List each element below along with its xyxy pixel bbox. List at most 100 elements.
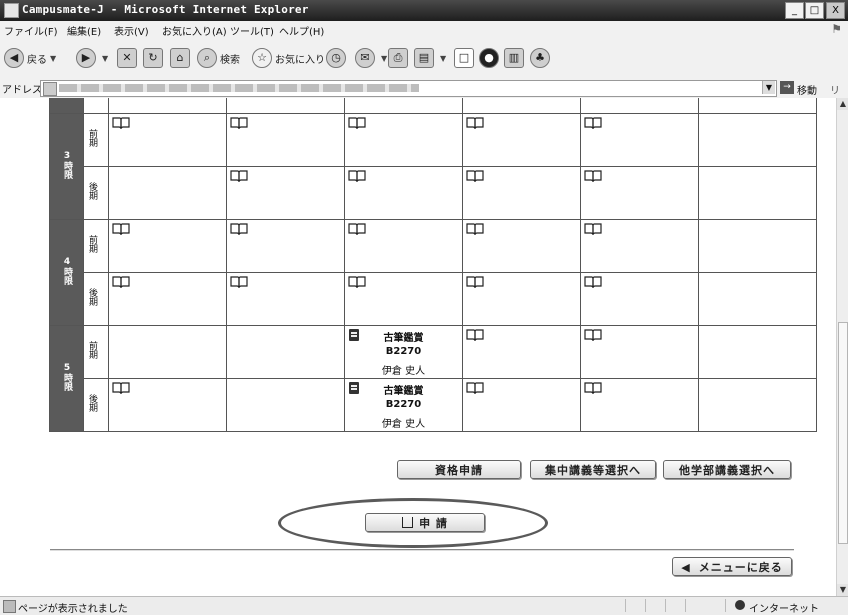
- vertical-scrollbar[interactable]: ▲ ▼: [836, 98, 848, 596]
- course-info: 古筆鑑賞 B2270 伊倉 史人: [345, 379, 462, 431]
- course-slot-cell: [108, 378, 227, 432]
- course-slot-cell: [462, 166, 581, 220]
- back-to-menu-button[interactable]: ◀ メニューに戻る: [672, 557, 792, 576]
- back-button[interactable]: ◀ 戻る ▼: [4, 48, 56, 68]
- empty-cell: [698, 272, 817, 326]
- open-book-icon[interactable]: [230, 276, 248, 289]
- history-icon: ◷: [326, 48, 346, 68]
- search-button[interactable]: ⌕ 検索: [197, 48, 240, 68]
- open-book-icon[interactable]: [230, 170, 248, 183]
- messenger-icon: ♣: [530, 48, 550, 68]
- intensive-course-select-button[interactable]: 集中講義等選択へ: [530, 460, 656, 479]
- research-button[interactable]: ●: [479, 48, 502, 68]
- course-slot-cell: [108, 272, 227, 326]
- menu-favorites[interactable]: お気に入り(A): [162, 23, 227, 38]
- close-button[interactable]: X: [826, 2, 845, 19]
- minimize-button[interactable]: _: [785, 2, 804, 19]
- period-label-text: 3時限: [62, 150, 72, 179]
- security-zone-text: インターネット: [749, 604, 819, 615]
- edit-page-icon: ▤: [414, 48, 434, 68]
- mail-button[interactable]: ✉ ▼: [355, 48, 387, 68]
- open-book-icon[interactable]: [466, 382, 484, 395]
- open-book-icon[interactable]: [348, 117, 366, 130]
- research-icon: ●: [479, 48, 499, 68]
- forward-button[interactable]: ▶ ▼: [76, 48, 108, 68]
- status-text: ページが表示されました: [18, 604, 128, 615]
- browser-toolbar: ◀ 戻る ▼ ▶ ▼ ✕ ↻ ⌂ ⌕ 検索 ☆ お気に入り ◷ ✉ ▼ ⎙ ▤ …: [0, 38, 848, 79]
- back-arrow-icon: ◀: [4, 48, 24, 68]
- printer-icon: ⎙: [388, 48, 408, 68]
- registered-course-cell[interactable]: 古筆鑑賞 B2270 伊倉 史人: [344, 325, 463, 379]
- open-book-icon[interactable]: [466, 117, 484, 130]
- book-stack-icon: ▥: [504, 48, 524, 68]
- open-book-icon[interactable]: [230, 223, 248, 236]
- open-book-icon[interactable]: [584, 170, 602, 183]
- open-book-icon[interactable]: [584, 117, 602, 130]
- empty-cell: [698, 166, 817, 220]
- print-button[interactable]: ⎙: [388, 48, 411, 68]
- open-book-icon[interactable]: [112, 223, 130, 236]
- window-title: Campusmate-J - Microsoft Internet Explor…: [22, 3, 309, 16]
- refresh-icon: ↻: [143, 48, 163, 68]
- open-book-icon[interactable]: [230, 117, 248, 130]
- messenger-button[interactable]: ♣: [530, 48, 553, 68]
- course-slot-cell: [462, 272, 581, 326]
- timetable-cell: [344, 98, 463, 114]
- discuss-button[interactable]: □: [454, 48, 477, 68]
- open-book-icon[interactable]: [466, 329, 484, 342]
- status-pane: [725, 599, 726, 612]
- open-book-icon[interactable]: [348, 223, 366, 236]
- open-book-icon[interactable]: [348, 170, 366, 183]
- open-book-icon[interactable]: [112, 276, 130, 289]
- apply-button[interactable]: 申 請: [365, 513, 485, 532]
- address-dropdown-button[interactable]: ▼: [762, 81, 775, 94]
- open-book-icon[interactable]: [466, 170, 484, 183]
- open-book-icon[interactable]: [348, 276, 366, 289]
- menu-help[interactable]: ヘルプ(H): [279, 23, 324, 38]
- section-divider: [50, 549, 794, 551]
- edit-button[interactable]: ▤ ▼: [414, 48, 446, 68]
- open-book-icon[interactable]: [584, 276, 602, 289]
- refresh-button[interactable]: ↻: [143, 48, 166, 68]
- menu-bar: ファイル(F) 編集(E) 表示(V) お気に入り(A) ツール(T) ヘルプ(…: [0, 21, 848, 39]
- scroll-up-arrow-icon[interactable]: ▲: [837, 98, 848, 110]
- empty-cell: [698, 113, 817, 167]
- menu-view[interactable]: 表示(V): [114, 23, 149, 38]
- qualification-application-button[interactable]: 資格申請: [397, 460, 521, 479]
- registered-course-cell[interactable]: 古筆鑑賞 B2270 伊倉 史人: [344, 378, 463, 432]
- open-book-icon[interactable]: [584, 382, 602, 395]
- menu-edit[interactable]: 編集(E): [67, 23, 101, 38]
- open-book-icon[interactable]: [584, 223, 602, 236]
- star-icon: ☆: [252, 48, 272, 68]
- status-pane: [625, 599, 626, 612]
- go-button[interactable]: 移動: [797, 82, 817, 97]
- course-slot-cell: [108, 113, 227, 167]
- stop-button[interactable]: ✕: [117, 48, 140, 68]
- open-book-icon[interactable]: [584, 329, 602, 342]
- history-button[interactable]: ◷: [326, 48, 349, 68]
- upload-icon: [402, 517, 414, 528]
- term-label: 後期: [83, 166, 109, 220]
- timetable-row: 後期 古筆鑑賞 B2270 伊倉 史人: [50, 378, 817, 432]
- course-slot-cell: [226, 113, 345, 167]
- other-faculty-course-select-button[interactable]: 他学部講義選択へ: [663, 460, 791, 479]
- menu-file[interactable]: ファイル(F): [4, 23, 58, 38]
- address-input[interactable]: [40, 80, 777, 97]
- open-book-icon[interactable]: [466, 223, 484, 236]
- encyclopedia-button[interactable]: ▥: [504, 48, 527, 68]
- open-book-icon[interactable]: [112, 117, 130, 130]
- timetable-cell: [462, 98, 581, 114]
- scroll-down-arrow-icon[interactable]: ▼: [837, 584, 848, 596]
- open-book-icon[interactable]: [112, 382, 130, 395]
- stop-icon: ✕: [117, 48, 137, 68]
- scrollbar-thumb[interactable]: [838, 322, 848, 544]
- menu-tools[interactable]: ツール(T): [230, 23, 274, 38]
- term-label: 前期: [83, 325, 109, 379]
- home-button[interactable]: ⌂: [170, 48, 193, 68]
- period-label: 5時限: [49, 325, 84, 432]
- go-arrow-icon[interactable]: →: [780, 81, 794, 94]
- favorites-button[interactable]: ☆ お気に入り: [252, 48, 325, 68]
- course-slot-cell: [580, 325, 699, 379]
- maximize-button[interactable]: □: [805, 2, 824, 19]
- open-book-icon[interactable]: [466, 276, 484, 289]
